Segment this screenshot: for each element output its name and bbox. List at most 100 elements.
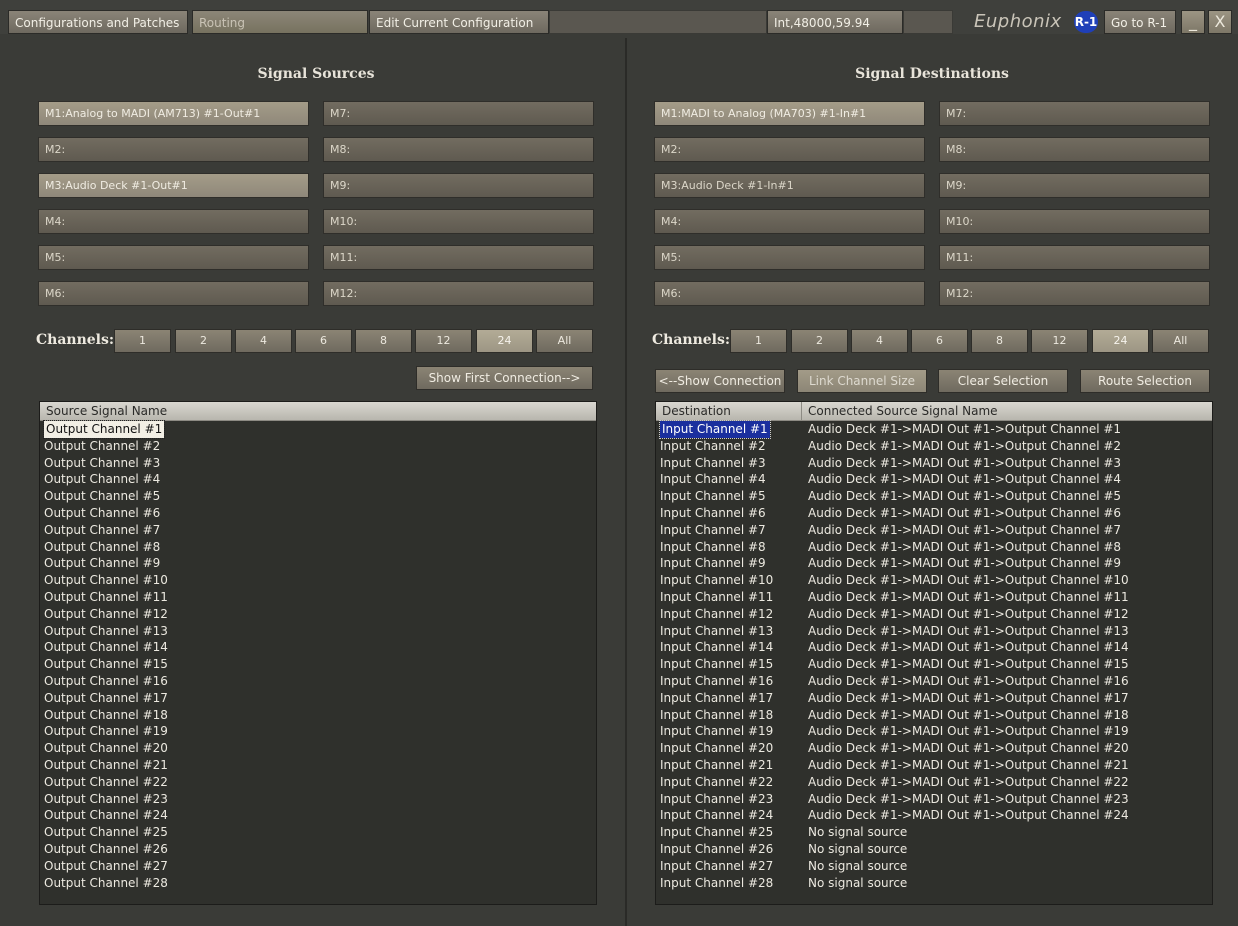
source-channels-6-button[interactable]: 6 xyxy=(295,329,352,353)
destination-list-row[interactable]: Input Channel #25 No signal source xyxy=(656,824,1212,841)
source-list-row[interactable]: Output Channel #27 xyxy=(40,858,596,875)
source-slot-m4[interactable]: M4: xyxy=(38,209,309,234)
destination-list-row[interactable]: Input Channel #10 Audio Deck #1->MADI Out… xyxy=(656,572,1212,589)
configurations-tab[interactable]: Configurations and Patches xyxy=(8,10,188,34)
destination-list-header[interactable]: Destination Connected Source Signal Name xyxy=(656,402,1212,421)
source-list-header[interactable]: Source Signal Name xyxy=(40,402,596,421)
destination-channels-8-button[interactable]: 8 xyxy=(971,329,1028,353)
destination-list-row[interactable]: Input Channel #8 Audio Deck #1->MADI Out … xyxy=(656,539,1212,556)
source-list-row[interactable]: Output Channel #3 xyxy=(40,455,596,472)
source-list-row[interactable]: Output Channel #9 xyxy=(40,555,596,572)
destination-list-row[interactable]: Input Channel #14 Audio Deck #1->MADI Out… xyxy=(656,639,1212,656)
destination-list-row[interactable]: Input Channel #20 Audio Deck #1->MADI Out… xyxy=(656,740,1212,757)
destination-list-row[interactable]: Input Channel #28 No signal source xyxy=(656,875,1212,892)
destination-channels-12-button[interactable]: 12 xyxy=(1031,329,1088,353)
source-list-row[interactable]: Output Channel #11 xyxy=(40,589,596,606)
destination-slot-m4[interactable]: M4: xyxy=(654,209,925,234)
destination-list-row[interactable]: Input Channel #15 Audio Deck #1->MADI Out… xyxy=(656,656,1212,673)
source-list-row[interactable]: Output Channel #10 xyxy=(40,572,596,589)
source-list-row[interactable]: Output Channel #20 xyxy=(40,740,596,757)
link-channel-size-button[interactable]: Link Channel Size xyxy=(797,369,927,393)
destination-list-row[interactable]: Input Channel #1 Audio Deck #1->MADI Out … xyxy=(656,420,1212,439)
destination-list-row[interactable]: Input Channel #6 Audio Deck #1->MADI Out … xyxy=(656,505,1212,522)
source-list-row[interactable]: Output Channel #16 xyxy=(40,673,596,690)
routing-tab[interactable]: Routing xyxy=(192,10,368,34)
source-slot-m3[interactable]: M3:Audio Deck #1-Out#1 xyxy=(38,173,309,198)
source-channels-2-button[interactable]: 2 xyxy=(175,329,232,353)
destination-list-row[interactable]: Input Channel #26 No signal source xyxy=(656,841,1212,858)
show-first-connection-button[interactable]: Show First Connection--> xyxy=(416,366,593,390)
destination-list-row[interactable]: Input Channel #3 Audio Deck #1->MADI Out … xyxy=(656,455,1212,472)
source-list-row[interactable]: Output Channel #7 xyxy=(40,522,596,539)
column-separator[interactable] xyxy=(801,402,802,420)
destination-slot-m8[interactable]: M8: xyxy=(939,137,1210,162)
source-channels-8-button[interactable]: 8 xyxy=(355,329,412,353)
destination-list-row[interactable]: Input Channel #5 Audio Deck #1->MADI Out … xyxy=(656,488,1212,505)
destination-list-row[interactable]: Input Channel #2 Audio Deck #1->MADI Out … xyxy=(656,438,1212,455)
destination-slot-m12[interactable]: M12: xyxy=(939,281,1210,306)
source-list-row[interactable]: Output Channel #15 xyxy=(40,656,596,673)
source-list-row[interactable]: Output Channel #12 xyxy=(40,606,596,623)
destination-slot-m5[interactable]: M5: xyxy=(654,245,925,270)
destination-list-row[interactable]: Input Channel #16 Audio Deck #1->MADI Out… xyxy=(656,673,1212,690)
source-list-row[interactable]: Output Channel #25 xyxy=(40,824,596,841)
source-list-row[interactable]: Output Channel #1 xyxy=(40,420,596,439)
source-slot-m12[interactable]: M12: xyxy=(323,281,594,306)
destination-column[interactable]: Destination xyxy=(662,402,731,420)
destination-slot-m9[interactable]: M9: xyxy=(939,173,1210,198)
source-list-row[interactable]: Output Channel #6 xyxy=(40,505,596,522)
source-list-row[interactable]: Output Channel #14 xyxy=(40,639,596,656)
destination-list-row[interactable]: Input Channel #11 Audio Deck #1->MADI Out… xyxy=(656,589,1212,606)
source-signal-name-column[interactable]: Source Signal Name xyxy=(46,402,167,420)
source-list-row[interactable]: Output Channel #4 xyxy=(40,471,596,488)
source-slot-m6[interactable]: M6: xyxy=(38,281,309,306)
destination-list-row[interactable]: Input Channel #27 No signal source xyxy=(656,858,1212,875)
source-slot-m1[interactable]: M1:Analog to MADI (AM713) #1-Out#1 xyxy=(38,101,309,126)
destination-list-row[interactable]: Input Channel #22 Audio Deck #1->MADI Out… xyxy=(656,774,1212,791)
source-channels-24-button[interactable]: 24 xyxy=(476,329,533,353)
destination-list-row[interactable]: Input Channel #17 Audio Deck #1->MADI Out… xyxy=(656,690,1212,707)
destination-channels-6-button[interactable]: 6 xyxy=(911,329,968,353)
source-slot-m9[interactable]: M9: xyxy=(323,173,594,198)
source-slot-m5[interactable]: M5: xyxy=(38,245,309,270)
destination-list-row[interactable]: Input Channel #19 Audio Deck #1->MADI Out… xyxy=(656,723,1212,740)
source-list-row[interactable]: Output Channel #2 xyxy=(40,438,596,455)
source-slot-m7[interactable]: M7: xyxy=(323,101,594,126)
source-list-row[interactable]: Output Channel #17 xyxy=(40,690,596,707)
source-channels-1-button[interactable]: 1 xyxy=(114,329,171,353)
destination-slot-m2[interactable]: M2: xyxy=(654,137,925,162)
source-channels-4-button[interactable]: 4 xyxy=(235,329,292,353)
destination-list-row[interactable]: Input Channel #9 Audio Deck #1->MADI Out … xyxy=(656,555,1212,572)
route-selection-button[interactable]: Route Selection xyxy=(1080,369,1210,393)
close-button[interactable]: X xyxy=(1208,10,1232,34)
destination-list-row[interactable]: Input Channel #12 Audio Deck #1->MADI Out… xyxy=(656,606,1212,623)
destination-slot-m7[interactable]: M7: xyxy=(939,101,1210,126)
source-signal-list[interactable]: Source Signal Name Output Channel #1 Outp… xyxy=(39,401,597,905)
destination-list-row[interactable]: Input Channel #21 Audio Deck #1->MADI Out… xyxy=(656,757,1212,774)
source-list-row[interactable]: Output Channel #8 xyxy=(40,539,596,556)
destination-slot-m1[interactable]: M1:MADI to Analog (MA703) #1-In#1 xyxy=(654,101,925,126)
destination-slot-m3[interactable]: M3:Audio Deck #1-In#1 xyxy=(654,173,925,198)
clear-selection-button[interactable]: Clear Selection xyxy=(938,369,1068,393)
show-connection-button[interactable]: <--Show Connection xyxy=(655,369,785,393)
source-list-row[interactable]: Output Channel #13 xyxy=(40,623,596,640)
minimize-button[interactable]: _ xyxy=(1181,10,1205,34)
destination-list-row[interactable]: Input Channel #24 Audio Deck #1->MADI Out… xyxy=(656,807,1212,824)
source-list-row[interactable]: Output Channel #19 xyxy=(40,723,596,740)
source-slot-m8[interactable]: M8: xyxy=(323,137,594,162)
destination-list-row[interactable]: Input Channel #13 Audio Deck #1->MADI Out… xyxy=(656,623,1212,640)
source-slot-m2[interactable]: M2: xyxy=(38,137,309,162)
destination-channels-4-button[interactable]: 4 xyxy=(851,329,908,353)
source-list-row[interactable]: Output Channel #21 xyxy=(40,757,596,774)
source-list-row[interactable]: Output Channel #5 xyxy=(40,488,596,505)
destination-channels-24-button[interactable]: 24 xyxy=(1092,329,1149,353)
go-to-r1-button[interactable]: Go to R-1 xyxy=(1104,10,1176,34)
destination-slot-m11[interactable]: M11: xyxy=(939,245,1210,270)
source-list-row[interactable]: Output Channel #28 xyxy=(40,875,596,892)
destination-channels-all-button[interactable]: All xyxy=(1152,329,1209,353)
source-channels-12-button[interactable]: 12 xyxy=(415,329,472,353)
connected-source-column[interactable]: Connected Source Signal Name xyxy=(808,402,998,420)
source-slot-m10[interactable]: M10: xyxy=(323,209,594,234)
source-slot-m11[interactable]: M11: xyxy=(323,245,594,270)
destination-list-row[interactable]: Input Channel #7 Audio Deck #1->MADI Out … xyxy=(656,522,1212,539)
